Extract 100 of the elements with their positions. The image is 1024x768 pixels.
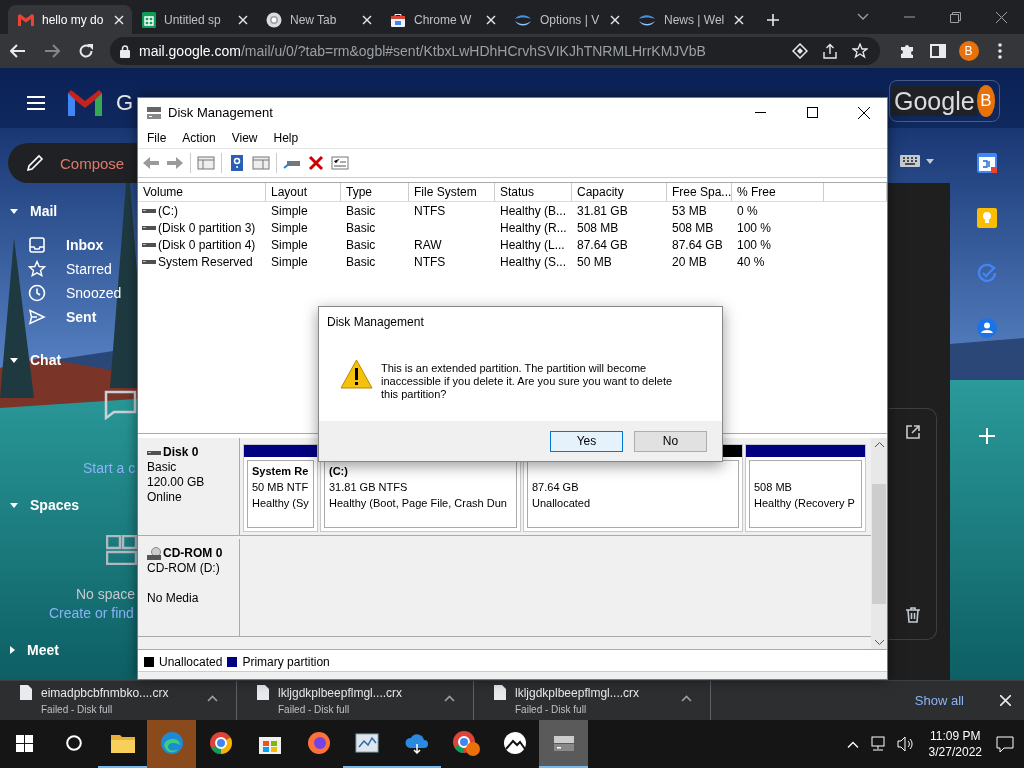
close-icon[interactable] [995,11,1007,23]
chevron-down-icon[interactable] [857,13,869,21]
menu-item[interactable]: Help [265,130,307,145]
menu-item[interactable]: View [223,130,266,145]
new-tab-icon[interactable] [766,13,780,27]
delete-icon[interactable] [307,155,325,171]
open-external-icon[interactable] [905,425,920,439]
scrollbar[interactable] [871,438,887,649]
browser-tab[interactable]: Untitled sp [132,5,256,34]
menu-item[interactable]: File [139,130,175,145]
nav-item[interactable]: Inbox [0,233,137,257]
table-cell-text: NTFS [413,254,447,269]
clock-date[interactable]: 3/27/2022 [928,744,982,760]
browser-tab[interactable]: New Tab [256,5,380,34]
dialog-button[interactable]: Yes [550,430,623,452]
notification-icon[interactable] [996,735,1014,753]
clock-time[interactable]: 11:09 PM [928,728,982,744]
maximize-icon[interactable] [806,107,818,118]
partition-detail: 50 MB NTF [252,480,310,495]
legend-label: Unallocated [159,654,223,669]
restore-icon[interactable] [949,11,961,23]
menu-icon[interactable] [27,96,45,110]
help-icon[interactable] [228,155,246,171]
close-icon[interactable] [858,106,870,119]
section-header[interactable]: Mail [0,199,137,223]
nav-item[interactable]: Sent [0,305,137,329]
trash-icon[interactable] [905,607,920,623]
forward-icon[interactable] [44,44,60,58]
mail-logo-icon[interactable] [68,90,102,116]
volume-icon[interactable] [896,736,915,752]
menu-item[interactable]: Action [174,130,224,145]
column-header[interactable]: Type [341,183,409,201]
dialog-button[interactable]: No [634,430,707,452]
column-header[interactable]: Layout [266,183,341,201]
partition-box[interactable]: System Re 50 MB NTF Healthy (Sy [243,444,318,532]
column-header[interactable]: Status [495,183,572,201]
forward-arrow-icon[interactable] [166,155,184,171]
ring-logo-icon [266,11,282,28]
keyboard-icon[interactable] [900,155,920,167]
puzzle-icon[interactable] [898,43,915,59]
table-cell-text: Healthy (B... [499,203,568,218]
properties-icon[interactable] [331,155,349,171]
windows-logo-icon[interactable] [16,734,33,752]
scroll-down-icon[interactable] [874,640,884,645]
browser-tab[interactable]: Chrome W [380,5,504,34]
section-header[interactable]: Spaces [0,493,137,517]
logo-text: G [116,90,134,116]
check-circle-icon[interactable] [977,263,997,283]
browser-tab[interactable]: News | Wel [628,5,752,34]
table-cell: (Disk 0 partition 4) [158,237,256,252]
clock-icon [28,284,46,302]
compose-button[interactable]: Compose [8,143,137,183]
table-cell-text: Simple [270,220,309,235]
section-header[interactable]: Meet [0,638,137,662]
person-icon[interactable] [977,318,997,338]
column-header[interactable]: Free Spa... [667,183,732,201]
table-cell-text: Healthy (L... [499,237,566,252]
nav-item[interactable]: Starred [0,257,137,281]
table-cell-text: NTFS [413,203,447,218]
account-button[interactable]: Google B [889,80,1000,122]
table-cell-text: Basic [345,237,377,252]
column-header[interactable]: Volume [138,183,266,201]
more-icon[interactable] [997,43,1002,59]
scrollbar-thumb[interactable] [872,483,886,604]
column-header[interactable]: Capacity [572,183,667,201]
minimize-icon[interactable] [754,112,766,113]
partition-box[interactable]: 508 MB Healthy (Recovery P [745,444,866,532]
network-icon[interactable] [868,736,887,752]
side-panel-icon[interactable] [929,44,946,58]
share-icon[interactable] [822,43,838,59]
browser-tab[interactable]: Options | V [504,5,628,34]
calendar-icon[interactable] [977,153,997,173]
chat-bubble-icon [104,390,137,420]
panel-icon[interactable] [252,155,270,171]
cloud-icon [403,732,430,754]
panel-icon[interactable] [197,155,215,171]
table-cell-text: 31.81 GB [576,203,629,218]
caret-down-icon[interactable] [926,158,934,164]
browser-tab[interactable]: hello my do [8,5,132,34]
back-icon[interactable] [10,44,26,58]
back-arrow-icon[interactable] [142,155,160,171]
column-header[interactable]: % Free [732,183,824,201]
scroll-up-icon[interactable] [874,442,884,447]
caret-down-icon [10,502,18,508]
drive-icon [147,449,161,456]
column-header[interactable]: File System [409,183,495,201]
caret-down-icon [10,357,18,363]
address-field[interactable]: mail.google.com/mail/u/0/?tab=rm&ogbl#sent/KtbxLwHDhHCrvhSVIKJhTNRMLHrrKMJVbB [110,37,880,65]
table-cell-text: 50 MB [576,254,613,269]
reload-icon[interactable] [78,43,94,59]
partition-name: System Re [252,464,310,479]
plus-icon[interactable] [979,428,995,444]
show-all-button[interactable]: Show all [914,693,964,708]
star-icon[interactable] [852,43,868,59]
mountain-icon [502,731,527,755]
drive-icon [142,258,156,265]
circle-icon[interactable] [65,735,82,751]
table-cell-text: 20 MB [671,254,708,269]
diamond-icon[interactable] [792,43,808,59]
empty-message: No space [76,586,137,602]
